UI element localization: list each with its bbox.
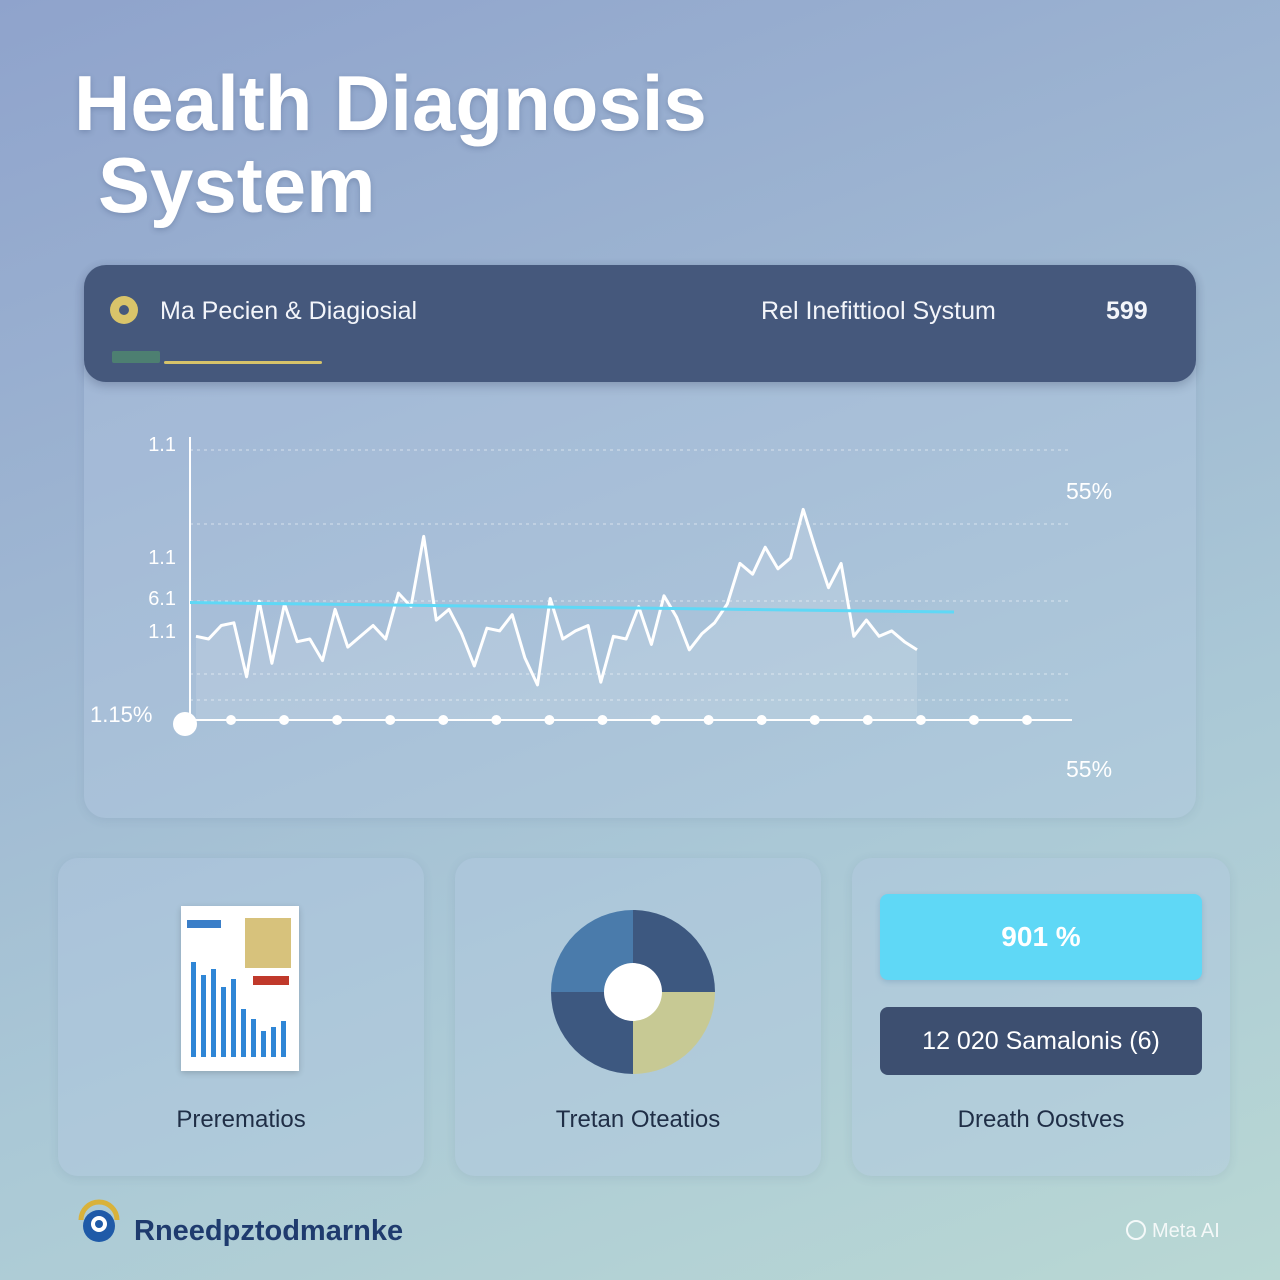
x-axis-marker <box>968 715 979 725</box>
watermark: Meta AI <box>1126 1220 1220 1243</box>
x-axis-marker <box>438 715 449 725</box>
axis-origin-dot <box>173 712 197 736</box>
x-axis-marker <box>491 715 502 725</box>
brand-logo-icon <box>78 1199 120 1242</box>
x-axis-marker <box>332 715 343 725</box>
doc-bar <box>191 962 196 1057</box>
donut-chart-icon <box>551 910 715 1074</box>
y-tick-label: 6.1 <box>148 588 176 610</box>
axis-left-label: 1.15% <box>90 702 152 727</box>
x-axis-marker <box>915 715 926 725</box>
doc-bar <box>241 1009 246 1057</box>
card-tretan-oteatios[interactable]: Tretan Oteatios <box>455 858 821 1176</box>
watermark-text: Meta AI <box>1152 1220 1220 1242</box>
card-prerematios[interactable]: Prerematios <box>58 858 424 1176</box>
y-tick-label: 1.1 <box>148 434 176 456</box>
x-axis-marker <box>544 715 555 725</box>
doc-bar <box>231 979 236 1057</box>
secondary-stat-box: 12 020 Samalonis (6) <box>880 1007 1202 1075</box>
title-line-2: System <box>98 141 376 229</box>
doc-note-block <box>245 918 291 968</box>
footer-brand-name: Rneedpztodmarnke <box>134 1215 404 1247</box>
doc-bar <box>211 969 216 1057</box>
doc-header-line <box>187 920 221 928</box>
x-axis-marker <box>279 715 290 725</box>
y-tick-label: 1.1 <box>148 547 176 569</box>
card-label: Tretan Oteatios <box>555 1106 721 1133</box>
title-line-1: Health Diagnosis <box>74 59 707 147</box>
x-axis-marker <box>1022 715 1032 725</box>
doc-bar <box>201 975 206 1057</box>
x-axis-marker <box>385 715 396 725</box>
axis-right-label: 55% <box>1066 756 1112 782</box>
card-dreath-oostves[interactable]: 901 % 12 020 Samalonis (6) Dreath Oostve… <box>852 858 1230 1176</box>
diagnosis-chart-card: Ma Pecien & Diagiosial Rel Inefittiool S… <box>84 265 1196 818</box>
x-axis-marker <box>597 715 608 725</box>
y-tick-label: 1.1 <box>148 621 176 643</box>
x-axis-marker <box>809 715 820 725</box>
doc-bar <box>271 1027 276 1057</box>
doc-bar <box>251 1019 256 1057</box>
doc-bar <box>281 1021 286 1057</box>
doc-red-mark <box>253 976 289 985</box>
page-title: Health Diagnosis System <box>74 62 707 226</box>
x-axis-marker <box>226 715 236 725</box>
meta-ring-icon <box>1126 1220 1146 1240</box>
line-chart: 1.1 1.1 6.1 1.1 1.15% 55% 55% <box>90 434 1112 782</box>
doc-bar <box>261 1031 266 1057</box>
primary-stat-button[interactable]: 901 % <box>880 894 1202 980</box>
x-axis-marker <box>862 715 873 725</box>
x-axis-marker <box>756 715 767 725</box>
card-label: Prerematios <box>176 1106 306 1133</box>
donut-hole <box>604 963 662 1021</box>
doc-bar <box>221 987 226 1057</box>
report-document-icon <box>181 906 299 1071</box>
x-axis-marker <box>703 715 714 725</box>
x-axis-marker <box>650 715 661 725</box>
card-label: Dreath Oostves <box>957 1106 1125 1133</box>
axis-right-label: 55% <box>1066 478 1112 504</box>
